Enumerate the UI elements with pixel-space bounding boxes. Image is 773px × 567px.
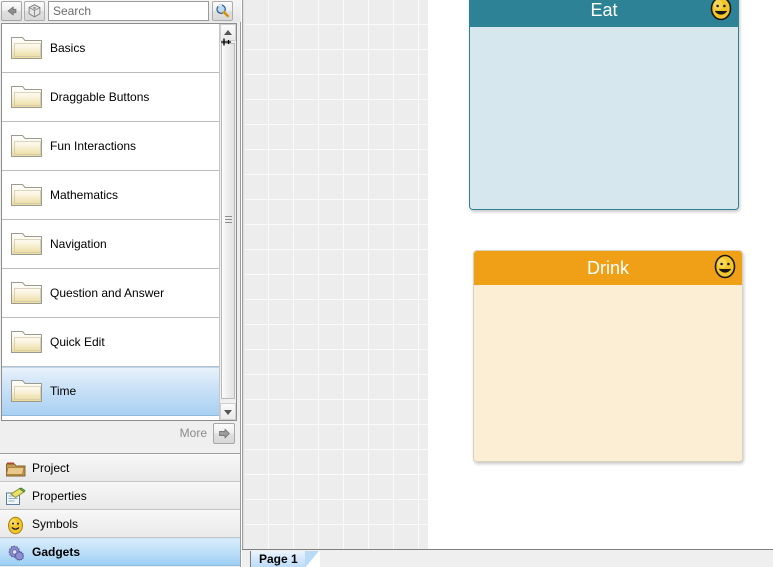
auto-hide-pin-button[interactable] (218, 34, 234, 50)
gears-icon (8, 545, 25, 561)
gadget-category-label: Quick Edit (50, 335, 105, 349)
gadget-category-row[interactable]: Mathematics (2, 171, 220, 220)
gadget-card-eat-body[interactable] (470, 27, 738, 209)
gadget-category-label: Fun Interactions (50, 139, 137, 153)
dock-tab-label: Gadgets (32, 545, 81, 559)
right-arrow-icon (219, 428, 230, 439)
gadget-card-eat-title: Eat (590, 0, 618, 20)
gadget-category-row[interactable]: Question and Answer (2, 269, 220, 318)
folder-icon (11, 86, 42, 108)
folder-icon (11, 331, 42, 353)
dock-tab-label: Project (32, 461, 70, 475)
gadget-category-label: Time (50, 384, 77, 398)
page-tab-page-1[interactable]: Page 1 (250, 551, 320, 567)
scroll-down-arrow-icon (224, 409, 232, 415)
auto-hide-pin-icon (221, 38, 231, 46)
gadget-category-label: Basics (50, 41, 86, 55)
dock-tab-symbols[interactable]: Symbols (0, 510, 240, 538)
gadget-category-label: Mathematics (50, 188, 119, 202)
scrollbar-thumb[interactable] (221, 43, 235, 399)
gadgets-library-panel: Basics Draggable Buttons Fun Interactions M… (0, 0, 241, 567)
smiley-symbol-icon (8, 516, 23, 535)
search-button[interactable] (212, 1, 233, 21)
gadget-card-drink-body[interactable] (474, 285, 742, 461)
folder-icon (11, 37, 42, 59)
gadget-card-drink-title: Drink (586, 258, 629, 278)
more-button[interactable] (213, 423, 235, 444)
dock-tab-gadgets[interactable]: Gadgets (0, 538, 240, 566)
gadget-card-eat-header: Eat (470, 0, 738, 27)
panel-dock-tabs: Project Properties Symbols Gadgets (0, 453, 240, 567)
gadget-category-label: Question and Answer (50, 286, 165, 300)
dock-tab-project[interactable]: Project (0, 454, 240, 482)
gadget-category-label: Draggable Buttons (50, 90, 150, 104)
properties-pad-icon (6, 487, 26, 505)
folder-icon (11, 135, 42, 157)
home-library-button[interactable] (24, 1, 45, 21)
canvas-grid (245, 0, 428, 549)
more-label: More (179, 426, 207, 440)
dock-tab-label: Properties (32, 489, 87, 503)
gadget-category-label: Navigation (50, 237, 107, 251)
application-window: Basics Draggable Buttons Fun Interactions M… (0, 0, 773, 567)
gadget-category-row[interactable]: Draggable Buttons (2, 73, 220, 122)
folder-icon (11, 184, 42, 206)
gadget-card-drink[interactable]: Drink (473, 250, 743, 462)
gadget-category-list: Basics Draggable Buttons Fun Interactions M… (1, 23, 237, 421)
magnifier-icon (216, 4, 230, 18)
gadget-category-row[interactable]: Time (2, 367, 220, 416)
gadget-category-row[interactable]: Basics (2, 24, 220, 73)
dock-tab-properties[interactable]: Properties (0, 482, 240, 510)
back-arrow-icon (7, 6, 17, 16)
library-more-row: More (1, 422, 237, 448)
gadget-card-eat[interactable]: Eat (469, 0, 739, 210)
smiley-face-icon (714, 254, 736, 279)
folder-icon (11, 233, 42, 255)
smiley-face-icon (710, 0, 732, 21)
gadget-card-drink-header: Drink (474, 251, 742, 285)
search-input[interactable] (48, 1, 209, 21)
gadget-category-row[interactable]: Fun Interactions (2, 122, 220, 171)
gadget-category-row[interactable]: Navigation (2, 220, 220, 269)
scroll-down-button[interactable] (220, 403, 236, 420)
scrollbar-grip-icon (225, 216, 232, 225)
package-home-icon (28, 4, 41, 18)
dock-tab-label: Symbols (32, 517, 79, 531)
folder-icon (11, 282, 42, 304)
folder-icon (11, 380, 42, 402)
page-canvas[interactable]: Eat Drink (242, 0, 773, 549)
library-toolbar (0, 0, 241, 22)
project-folder-icon (6, 462, 26, 477)
back-button[interactable] (1, 1, 22, 21)
gadget-category-list-scroll: Basics Draggable Buttons Fun Interactions M… (2, 24, 220, 420)
page-tab-bar: Page 1 (242, 549, 773, 567)
library-vertical-scrollbar[interactable] (219, 24, 236, 420)
gadget-category-row[interactable]: Quick Edit (2, 318, 220, 367)
